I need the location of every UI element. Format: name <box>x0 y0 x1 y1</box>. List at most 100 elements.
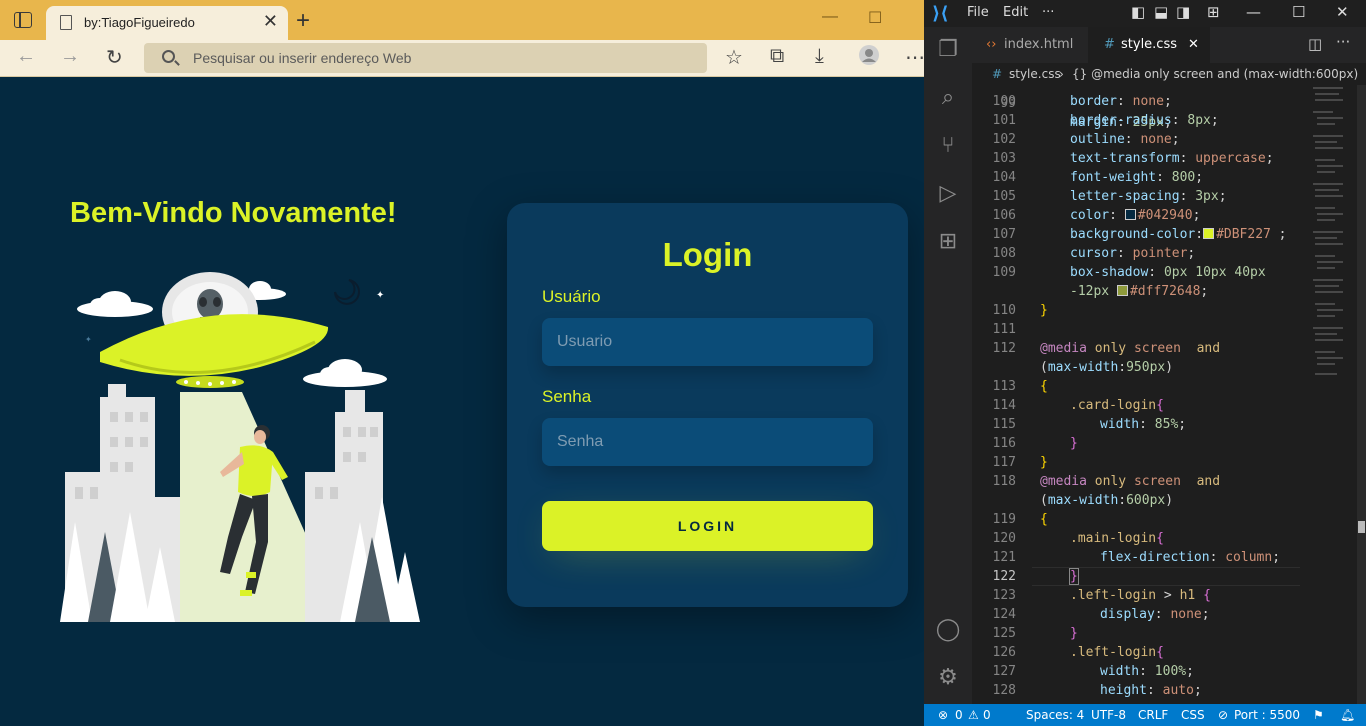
live-server-port[interactable]: Port : 5500 <box>1234 704 1300 726</box>
forward-icon[interactable]: → <box>60 45 80 68</box>
line-number: 119 <box>992 512 1016 527</box>
svg-text:✦: ✦ <box>376 290 384 301</box>
toggle-sidebar-icon[interactable]: ◧ <box>1131 3 1145 21</box>
tab-style-css[interactable]: # style.css ✕ <box>1088 27 1210 63</box>
line-number: 128 <box>992 683 1016 698</box>
code-line: 114 .card-login{ <box>972 396 1356 415</box>
eol-status[interactable]: CRLF <box>1138 704 1168 726</box>
close-tab-icon[interactable]: ✕ <box>1188 27 1199 63</box>
user-input[interactable] <box>542 318 873 366</box>
code-line: 117} <box>972 453 1356 472</box>
code-line: 110} <box>972 301 1356 320</box>
code-text: @media only screen and <box>1040 341 1221 356</box>
tab-index-html[interactable]: ‹› index.html <box>972 27 1088 63</box>
svg-text:✦: ✦ <box>85 335 92 344</box>
color-swatch[interactable] <box>1124 209 1136 220</box>
maximize-icon[interactable]: ☐ <box>868 8 882 28</box>
code-text: .main-login{ <box>1070 531 1164 546</box>
chevron-right-icon: › <box>1059 67 1064 81</box>
close-tab-icon[interactable]: ✕ <box>263 11 278 32</box>
code-text: .left-login > h1 { <box>1070 588 1211 603</box>
color-swatch[interactable] <box>1203 228 1215 239</box>
code-line: 105 letter-spacing: 3px; <box>972 187 1356 206</box>
code-line: 108 cursor: pointer; <box>972 244 1356 263</box>
tab-actions-icon[interactable] <box>14 12 32 28</box>
browser-tab-active[interactable]: by:TiagoFigueiredo ✕ <box>46 6 288 40</box>
run-debug-icon[interactable]: ▷ <box>935 181 961 207</box>
line-number: 121 <box>992 550 1016 565</box>
line-number: 125 <box>992 626 1016 641</box>
code-text: (max-width:950px) <box>1040 360 1174 375</box>
menu-file[interactable]: File <box>967 5 989 20</box>
more-actions-icon[interactable]: ··· <box>1336 33 1350 51</box>
extensions-icon[interactable]: ⊞ <box>935 229 961 255</box>
search-icon[interactable]: ⌕ <box>935 85 961 111</box>
code-line: 111 <box>972 320 1356 339</box>
code-line: 106 color: #042940; <box>972 206 1356 225</box>
code-line: 116} <box>972 434 1356 453</box>
page-icon <box>60 15 72 30</box>
downloads-icon[interactable]: ⤓ <box>815 45 824 68</box>
encoding-status[interactable]: UTF-8 <box>1091 704 1126 726</box>
color-swatch[interactable] <box>1116 285 1128 296</box>
scroll-thumb[interactable] <box>1358 521 1365 533</box>
feedback-icon[interactable]: ⚑ <box>1313 704 1324 726</box>
editor-tabs: ‹› index.html # style.css ✕ ◫ ··· <box>972 27 1366 63</box>
login-button[interactable]: LOGIN <box>542 501 873 551</box>
code-text: { <box>1040 512 1048 527</box>
error-count[interactable]: 0 <box>955 704 963 726</box>
code-text: } <box>1070 626 1078 641</box>
vscode-logo-icon: ⟩⟨ <box>932 3 949 24</box>
breadcrumb-symbol[interactable]: {} @media only screen and (max-width:600… <box>1072 63 1358 85</box>
toggle-secondary-sidebar-icon[interactable]: ◨ <box>1176 3 1190 21</box>
warning-count[interactable]: 0 <box>983 704 991 726</box>
minimize-icon[interactable]: — <box>1246 3 1261 21</box>
close-icon[interactable]: ✕ <box>1336 3 1349 21</box>
code-line: 118 @media only screen and <box>972 472 1356 491</box>
explorer-icon[interactable]: ❐ <box>935 37 961 63</box>
settings-gear-icon[interactable]: ⚙ <box>935 665 961 691</box>
line-number: 123 <box>992 588 1016 603</box>
indentation-status[interactable]: Spaces: 4 <box>1026 704 1084 726</box>
maximize-icon[interactable]: ☐ <box>1292 3 1305 21</box>
accounts-icon[interactable]: ◯ <box>935 617 961 643</box>
errors-icon[interactable]: ⊗ <box>938 704 948 726</box>
profile-avatar[interactable] <box>858 44 880 72</box>
code-text: flex-direction: column; <box>1100 550 1281 565</box>
more-menu-icon[interactable]: ⋯ <box>905 45 925 70</box>
customize-layout-icon[interactable]: ⊞ <box>1207 3 1220 21</box>
split-editor-icon[interactable]: ◫ <box>1308 35 1322 53</box>
line-number: 103 <box>992 151 1016 166</box>
line-number: 110 <box>992 303 1016 318</box>
minimap[interactable] <box>1309 85 1357 385</box>
menu-more[interactable]: ··· <box>1042 5 1054 20</box>
notifications-bell-icon[interactable]: 🔔︎ <box>1340 704 1355 726</box>
editor-scrollbar[interactable] <box>1357 85 1366 704</box>
password-input[interactable] <box>542 418 873 466</box>
back-icon[interactable]: ← <box>16 45 36 68</box>
line-number: 113 <box>992 379 1016 394</box>
breadcrumb-file[interactable]: style.css <box>1009 63 1061 85</box>
menu-edit[interactable]: Edit <box>1003 5 1028 20</box>
source-control-icon[interactable]: ⑂ <box>935 133 961 159</box>
code-line: (max-width:600px) <box>972 491 1356 510</box>
refresh-icon[interactable]: ↻ <box>106 45 123 70</box>
new-tab-icon[interactable]: + <box>296 7 310 35</box>
status-bar: ⊗ 0 ⚠ 0 Spaces: 4 UTF-8 CRLF CSS ⊘ Port … <box>924 704 1366 726</box>
code-line: 125} <box>972 624 1356 643</box>
minimize-icon[interactable]: — <box>822 8 838 26</box>
favorites-icon[interactable]: ☆ <box>725 45 743 70</box>
html-file-icon: ‹› <box>986 37 997 52</box>
collections-icon[interactable]: ⧉ <box>770 45 784 68</box>
code-editor[interactable]: 99 margin: 25px; 100 border: none; 101 bor… <box>972 85 1356 704</box>
language-status[interactable]: CSS <box>1181 704 1205 726</box>
toggle-panel-icon[interactable]: ⬓ <box>1154 3 1168 21</box>
tab-label: style.css <box>1121 37 1177 52</box>
address-bar[interactable]: Pesquisar ou inserir endereço Web <box>144 43 707 73</box>
code-text: text-transform: uppercase; <box>1070 151 1274 166</box>
code-text: -12px #dff72648; <box>1070 284 1209 299</box>
warning-icon[interactable]: ⚠ <box>968 704 979 726</box>
css-file-icon: # <box>992 67 1003 81</box>
browser-tab-bar: by:TiagoFigueiredo ✕ + — ☐ <box>0 0 924 40</box>
vscode-titlebar: ⟩⟨ File Edit ··· ◧ ⬓ ◨ ⊞ — ☐ ✕ <box>924 0 1366 27</box>
